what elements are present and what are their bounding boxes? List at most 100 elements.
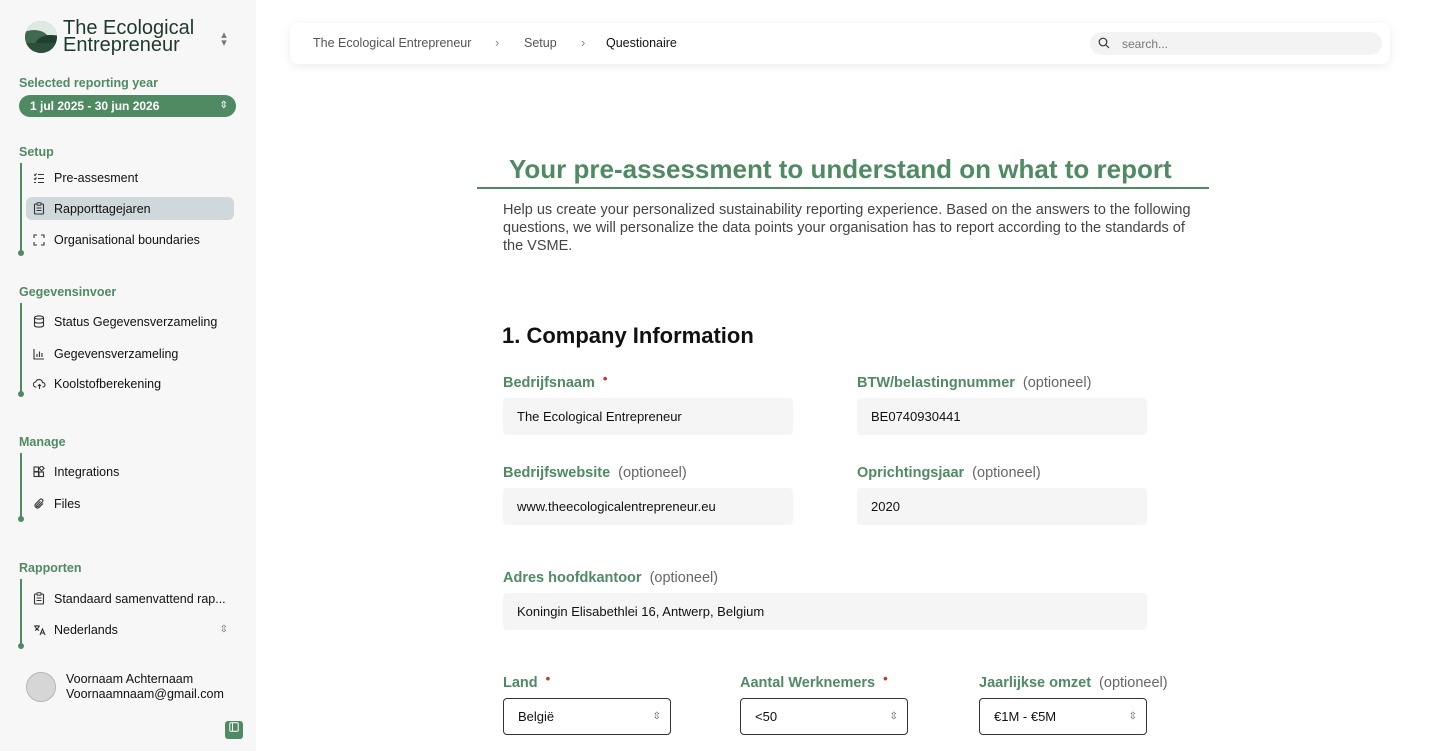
required-indicator: • [602, 371, 608, 386]
chevron-up-down-icon: ⇳ [1128, 711, 1137, 722]
page-title: Your pre-assessment to understand on wha… [509, 154, 1172, 184]
section-title-company-information: 1. Company Information [502, 323, 754, 348]
sidebar-item-label: Standaard samenvattend rap... [54, 591, 226, 606]
translate-icon [32, 623, 46, 637]
revenue-value: €1M - €5M [994, 709, 1057, 724]
chevron-up-down-icon: ⇳ [889, 711, 898, 722]
founding-year-field[interactable] [857, 488, 1147, 525]
sidebar-item-standard-report[interactable]: Standaard samenvattend rap... [26, 587, 234, 610]
breadcrumb-home[interactable]: The Ecological Entrepreneur [313, 36, 471, 50]
brand-logo-icon [25, 21, 57, 53]
tree-dot [18, 250, 24, 256]
sidebar-item-organisational-boundaries[interactable]: Organisational boundaries [26, 228, 234, 251]
section-title-setup: Setup [19, 145, 54, 159]
revenue-select[interactable]: €1M - €5M ⇳ [979, 698, 1147, 735]
chevron-up-down-icon: ⇳ [219, 100, 228, 111]
website-field[interactable] [503, 488, 793, 525]
sidebar: The Ecological Entrepreneur ▴ ▾ Selected … [0, 0, 256, 751]
label-text: Aantal Werknemers [740, 675, 876, 691]
sidebar-collapse-button[interactable] [225, 721, 243, 739]
sidebar-item-label: Integrations [54, 464, 120, 479]
optional-tag: (optioneel) [1022, 375, 1092, 391]
brand-name: The Ecological Entrepreneur [63, 17, 195, 56]
avatar [26, 672, 56, 702]
label-text: Oprichtingsjaar [857, 465, 965, 481]
paperclip-icon [32, 497, 46, 511]
tree-dot [18, 643, 24, 649]
country-label: Land • [503, 671, 550, 691]
founding-year-label: Oprichtingsjaar (optioneel) [857, 465, 1041, 481]
label-text: Adres hoofdkantoor [503, 570, 642, 586]
sidebar-item-integrations[interactable]: Integrations [26, 460, 234, 483]
hq-address-field[interactable] [503, 593, 1147, 630]
optional-tag: (optioneel) [618, 465, 687, 481]
section-title-gegevensinvoer: Gegevensinvoer [19, 285, 117, 299]
label-text: Jaarlijkse omzet [979, 675, 1092, 691]
sidebar-item-label: Rapporttagejaren [54, 201, 151, 216]
search-box[interactable] [1090, 32, 1382, 55]
breadcrumb-current: Questionaire [606, 36, 677, 50]
bar-chart-icon [32, 347, 46, 361]
employees-select[interactable]: <50 ⇳ [740, 698, 908, 735]
revenue-label: Jaarlijkse omzet (optioneel) [979, 675, 1168, 691]
clipboard-icon [32, 202, 46, 216]
clipboard-icon [32, 592, 46, 606]
country-select[interactable]: België ⇳ [503, 698, 671, 735]
sidebar-toggle-icon [229, 722, 239, 732]
user-profile[interactable]: Voornaam Achternaam Voornaamnaam@gmail.c… [26, 672, 224, 702]
search-icon [1098, 37, 1110, 49]
sidebar-item-pre-assessment[interactable]: Pre-assesment [26, 166, 234, 189]
label-text: Land [503, 675, 538, 691]
brand[interactable]: The Ecological Entrepreneur [25, 17, 203, 56]
sidebar-item-label: Organisational boundaries [54, 232, 200, 247]
website-label: Bedrijfswebsite (optioneel) [503, 465, 687, 481]
sidebar-item-label: Gegevensverzameling [54, 346, 179, 361]
sidebar-item-label: Pre-assesment [54, 170, 139, 185]
sidebar-item-label: Status Gegevensverzameling [54, 314, 218, 329]
sidebar-item-koolstofberekening[interactable]: Koolstofberekening [26, 372, 234, 395]
vat-number-label: BTW/belastingnummer (optioneel) [857, 375, 1091, 391]
blocks-icon [32, 465, 46, 479]
required-indicator: • [883, 671, 888, 686]
tree-dot [18, 391, 24, 397]
reporting-year-select[interactable]: 1 jul 2025 - 30 jun 2026 ⇳ [19, 95, 236, 117]
chevron-up-down-icon: ⇳ [219, 624, 228, 635]
top-bar: The Ecological Entrepreneur › Setup › Qu… [290, 23, 1390, 64]
label-text: Bedrijfsnaam [503, 375, 595, 391]
breadcrumb-setup[interactable]: Setup [524, 36, 557, 50]
label-text: Bedrijfswebsite [503, 465, 611, 481]
language-select[interactable]: Nederlands ⇳ [26, 618, 234, 641]
chevron-up-down-icon[interactable]: ▴ ▾ [216, 30, 232, 49]
database-icon [32, 315, 46, 329]
employees-label: Aantal Werknemers • [740, 671, 888, 691]
vat-number-field[interactable] [857, 398, 1147, 435]
tree-line [20, 163, 22, 253]
hq-address-label: Adres hoofdkantoor (optioneel) [503, 570, 718, 586]
sidebar-item-gegevensverzameling[interactable]: Gegevensverzameling [26, 342, 234, 365]
company-name-field[interactable] [503, 398, 793, 435]
sidebar-item-rapporttagejaren[interactable]: Rapporttagejaren [26, 197, 234, 220]
reporting-year-label: Selected reporting year [19, 76, 158, 90]
optional-tag: (optioneel) [972, 465, 1041, 481]
language-value: Nederlands [54, 622, 118, 637]
required-indicator: • [545, 671, 551, 686]
reporting-year-value: 1 jul 2025 - 30 jun 2026 [30, 99, 160, 113]
tree-line [20, 579, 22, 646]
search-input[interactable] [1122, 35, 1372, 52]
cloud-upload-icon [32, 377, 46, 391]
employees-value: <50 [755, 709, 778, 724]
tree-line [20, 453, 22, 519]
title-divider [477, 187, 1209, 189]
section-title-manage: Manage [19, 435, 66, 449]
sidebar-item-files[interactable]: Files [26, 492, 234, 515]
user-email: Voornaamnaam@gmail.com [66, 687, 224, 701]
tree-dot [18, 516, 24, 522]
user-name: Voornaam Achternaam [66, 672, 194, 686]
frame-corners-icon [32, 233, 46, 247]
sidebar-item-label: Koolstofberekening [54, 376, 162, 391]
tree-line [20, 303, 22, 394]
intro-text: Help us create your personalized sustain… [503, 202, 1191, 254]
chevron-up-down-icon: ⇳ [652, 711, 661, 722]
optional-tag: (optioneel) [649, 570, 719, 586]
sidebar-item-status-gegevensverzameling[interactable]: Status Gegevensverzameling [26, 310, 234, 333]
